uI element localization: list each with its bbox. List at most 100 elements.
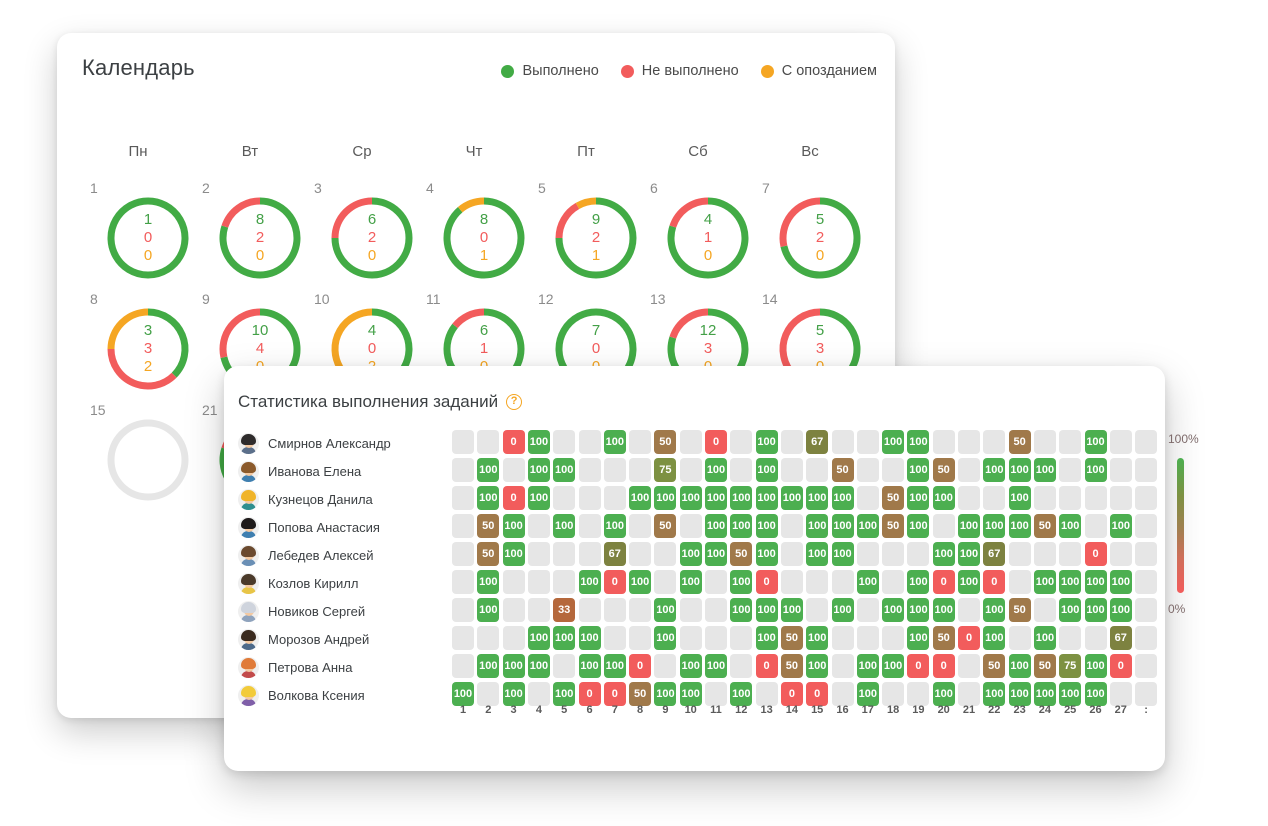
heatmap-cell[interactable]: 50 [1033,514,1056,538]
heatmap-cell[interactable]: 100 [806,626,829,650]
heatmap-cell[interactable]: 100 [1084,682,1107,706]
heatmap-cell-empty[interactable] [629,626,652,650]
heatmap-cell[interactable]: 100 [1109,514,1132,538]
heatmap-cell-empty[interactable] [452,598,474,622]
heatmap-cell[interactable]: 0 [958,626,980,650]
heatmap-cell-empty[interactable] [856,598,879,622]
heatmap-cell[interactable]: 0 [629,654,652,678]
heatmap-cell-empty[interactable] [452,458,474,482]
heatmap-cell-empty[interactable] [477,626,500,650]
heatmap-cell[interactable]: 50 [932,626,955,650]
heatmap-cell-empty[interactable] [1059,542,1082,566]
heatmap-cell[interactable]: 0 [502,430,525,454]
heatmap-cell[interactable]: 100 [629,486,652,510]
heatmap-cell[interactable]: 100 [806,654,829,678]
heatmap-cell-empty[interactable] [1084,626,1107,650]
heatmap-cell-empty[interactable] [882,542,905,566]
heatmap-cell-empty[interactable] [502,598,525,622]
heatmap-cell-empty[interactable] [452,430,474,454]
heatmap-cell[interactable]: 100 [1084,598,1107,622]
heatmap-cell[interactable]: 100 [603,654,626,678]
heatmap-cell[interactable]: 100 [755,486,778,510]
heatmap-cell-empty[interactable] [983,486,1006,510]
heatmap-cell[interactable]: 0 [578,682,601,706]
heatmap-cell[interactable]: 100 [654,682,677,706]
heatmap-cell[interactable]: 100 [654,486,677,510]
heatmap-cell[interactable]: 67 [603,542,626,566]
heatmap-cell-empty[interactable] [983,430,1006,454]
heatmap-cell[interactable]: 100 [780,598,803,622]
heatmap-cell[interactable]: 100 [1109,598,1132,622]
heatmap-cell[interactable]: 100 [502,654,525,678]
heatmap-cell[interactable]: 100 [1084,458,1107,482]
heatmap-cell-empty[interactable] [1033,430,1056,454]
heatmap-cell[interactable]: 0 [1109,654,1132,678]
heatmap-cell-empty[interactable] [578,514,601,538]
heatmap-cell[interactable]: 100 [958,514,980,538]
heatmap-cell-empty[interactable] [1109,542,1132,566]
heatmap-cell[interactable]: 100 [831,486,854,510]
heatmap-cell[interactable]: 100 [983,458,1006,482]
heatmap-cell-empty[interactable] [1084,514,1107,538]
heatmap-cell[interactable]: 100 [831,598,854,622]
heatmap-cell[interactable]: 100 [983,682,1006,706]
heatmap-cell[interactable]: 100 [806,542,829,566]
heatmap-cell[interactable]: 100 [705,542,727,566]
heatmap-cell[interactable]: 100 [502,514,525,538]
heatmap-cell-empty[interactable] [705,682,727,706]
heatmap-cell[interactable]: 100 [679,570,702,594]
heatmap-cell[interactable]: 100 [629,570,652,594]
heatmap-cell[interactable]: 0 [806,682,829,706]
heatmap-cell-empty[interactable] [1109,486,1132,510]
heatmap-cell[interactable]: 100 [679,682,702,706]
heatmap-cell[interactable]: 100 [856,682,879,706]
heatmap-cell[interactable]: 100 [1033,626,1056,650]
heatmap-cell-empty[interactable] [958,598,980,622]
heatmap-cell[interactable]: 0 [1084,542,1107,566]
heatmap-cell[interactable]: 100 [755,598,778,622]
heatmap-cell-empty[interactable] [1033,542,1056,566]
heatmap-cell[interactable]: 100 [1033,458,1056,482]
calendar-day-cell[interactable]: 1100 [82,176,194,287]
heatmap-cell-empty[interactable] [856,486,879,510]
heatmap-cell-empty[interactable] [1135,430,1158,454]
student-row[interactable]: Морозов Андрей [238,625,448,653]
heatmap-cell[interactable]: 100 [603,430,626,454]
heatmap-cell-empty[interactable] [1109,458,1132,482]
heatmap-cell[interactable]: 100 [831,514,854,538]
heatmap-cell[interactable]: 100 [780,486,803,510]
heatmap-cell-empty[interactable] [730,458,753,482]
heatmap-cell[interactable]: 100 [1008,514,1031,538]
heatmap-cell[interactable]: 100 [1059,682,1082,706]
heatmap-cell[interactable]: 100 [654,626,677,650]
heatmap-cell[interactable]: 100 [502,542,525,566]
heatmap-cell-empty[interactable] [629,514,652,538]
calendar-day-cell[interactable]: 6 410 [642,176,754,287]
heatmap-cell[interactable]: 100 [856,514,879,538]
heatmap-cell[interactable]: 100 [527,430,550,454]
heatmap-cell-empty[interactable] [527,682,550,706]
heatmap-cell-empty[interactable] [856,430,879,454]
heatmap-cell[interactable]: 100 [1033,570,1056,594]
heatmap-cell[interactable]: 0 [603,682,626,706]
heatmap-cell-empty[interactable] [654,570,677,594]
heatmap-cell[interactable]: 100 [806,514,829,538]
heatmap-cell-empty[interactable] [1109,430,1132,454]
heatmap-cell-empty[interactable] [452,486,474,510]
heatmap-cell-empty[interactable] [578,486,601,510]
student-row[interactable]: Смирнов Александр [238,429,448,457]
heatmap-cell[interactable]: 100 [958,570,980,594]
heatmap-cell-empty[interactable] [629,542,652,566]
heatmap-cell[interactable]: 50 [477,514,500,538]
heatmap-cell[interactable]: 100 [527,486,550,510]
heatmap-cell[interactable]: 100 [705,654,727,678]
heatmap-cell[interactable]: 50 [1008,430,1031,454]
heatmap-cell-empty[interactable] [831,626,854,650]
heatmap-cell-empty[interactable] [730,654,753,678]
heatmap-cell[interactable]: 100 [527,626,550,650]
heatmap-cell[interactable]: 100 [932,486,955,510]
heatmap-cell[interactable]: 75 [1059,654,1082,678]
heatmap-cell[interactable]: 50 [654,430,677,454]
heatmap-cell[interactable]: 100 [1008,458,1031,482]
heatmap-cell-empty[interactable] [1084,486,1107,510]
